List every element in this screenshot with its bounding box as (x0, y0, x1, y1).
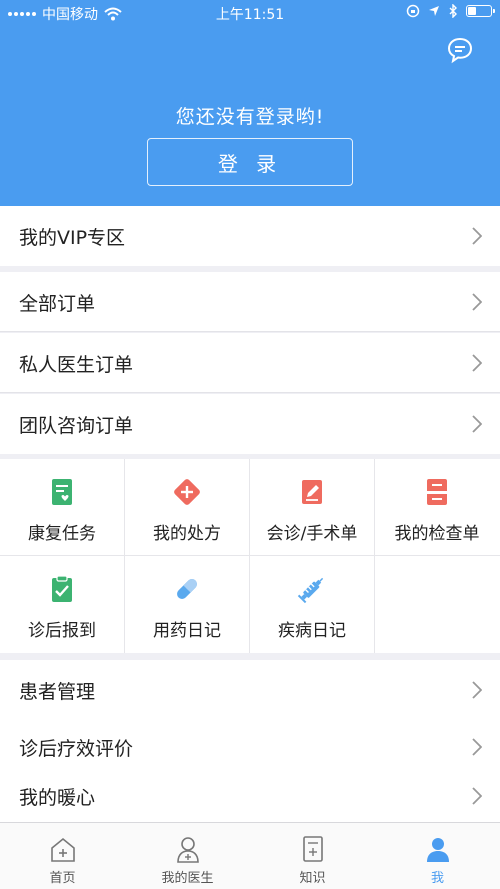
grid-item-post-visit-checkin[interactable]: 诊后报到 (0, 556, 124, 652)
grid-item-label: 我的检查单 (394, 524, 480, 544)
chevron-right-icon (472, 227, 482, 245)
chevron-right-icon (472, 293, 482, 311)
vip-zone-label: 我的VIP专区 (19, 226, 126, 249)
tab-my-doctor[interactable]: 我的医生 (125, 823, 250, 889)
order-row-all[interactable]: 全部订单 (0, 272, 500, 332)
battery-icon (466, 5, 495, 17)
order-row-label: 团队咨询订单 (19, 414, 134, 437)
tab-label: 我的医生 (161, 871, 214, 886)
grid-item-label: 会诊/手术单 (266, 524, 358, 544)
status-right (406, 4, 495, 18)
grid-item-label: 康复任务 (28, 524, 96, 544)
post-visit-evaluation-row[interactable]: 诊后疗效评价 (0, 717, 500, 777)
tab-label: 我 (430, 871, 444, 886)
prescription-icon (174, 479, 200, 505)
grid-item-disease-diary[interactable]: 疾病日记 (250, 556, 374, 652)
tab-me[interactable]: 我 (375, 823, 500, 889)
location-icon (429, 6, 439, 16)
rehab-task-icon (52, 479, 72, 505)
order-row-label: 私人医生订单 (19, 353, 134, 376)
login-hint: 您还没有登录哟! (175, 106, 325, 128)
syringe-icon (297, 577, 324, 604)
tab-label: 首页 (49, 871, 76, 886)
rotation-lock-icon (406, 4, 420, 18)
chevron-right-icon (472, 415, 482, 433)
grid-item-label: 我的处方 (153, 524, 221, 544)
patient-management-row[interactable]: 患者管理 (0, 660, 500, 720)
pill-icon (177, 579, 197, 599)
bluetooth-icon (449, 4, 457, 18)
grid-item-label: 疾病日记 (278, 621, 346, 641)
row-label: 诊后疗效评价 (19, 737, 134, 760)
profile-icon (426, 838, 449, 862)
grid-item-label: 用药日记 (153, 621, 221, 641)
chevron-right-icon (472, 681, 482, 699)
row-label: 患者管理 (19, 680, 96, 703)
doctor-icon (176, 837, 199, 863)
status-bar: 中国移动 上午11:51 (0, 0, 500, 26)
login-button[interactable]: 登 录 (147, 138, 353, 186)
tab-home[interactable]: 首页 (0, 823, 125, 889)
chevron-right-icon (472, 354, 482, 372)
order-row-label: 全部订单 (19, 292, 96, 315)
chevron-right-icon (472, 738, 482, 756)
grid-item-label: 诊后报到 (28, 621, 96, 641)
my-warmth-row[interactable]: 我的暖心 (0, 770, 500, 822)
grid-item-medication-diary[interactable]: 用药日记 (125, 556, 249, 652)
consultation-form-icon (302, 480, 322, 504)
vip-zone-row[interactable]: 我的VIP专区 (0, 206, 500, 266)
home-icon (50, 837, 75, 862)
order-row-team-consult[interactable]: 团队咨询订单 (0, 394, 500, 454)
order-row-private-doctor[interactable]: 私人医生订单 (0, 333, 500, 393)
tab-knowledge[interactable]: 知识 (250, 823, 375, 889)
grid-item-rehab-task[interactable]: 康复任务 (0, 459, 124, 555)
row-label: 我的暖心 (19, 786, 96, 809)
profile-header: 您还没有登录哟! 登 录 (0, 26, 500, 206)
tab-label: 知识 (299, 871, 326, 886)
chevron-right-icon (472, 787, 482, 805)
chat-bubble-icon[interactable] (446, 36, 474, 64)
grid-item-prescription[interactable]: 我的处方 (125, 459, 249, 555)
grid-item-consultation-surgery[interactable]: 会诊/手术单 (250, 459, 374, 555)
exam-sheet-icon (427, 479, 447, 505)
checkin-clipboard-icon (52, 575, 72, 602)
feature-grid: 康复任务 我的处方 会诊/手术单 我的检查单 诊后报到 用药日记 疾病日记 (0, 459, 500, 653)
tab-bar: 首页 我的医生 知识 我 (0, 822, 500, 889)
knowledge-icon (302, 836, 323, 862)
grid-item-exam-sheet[interactable]: 我的检查单 (375, 459, 499, 555)
